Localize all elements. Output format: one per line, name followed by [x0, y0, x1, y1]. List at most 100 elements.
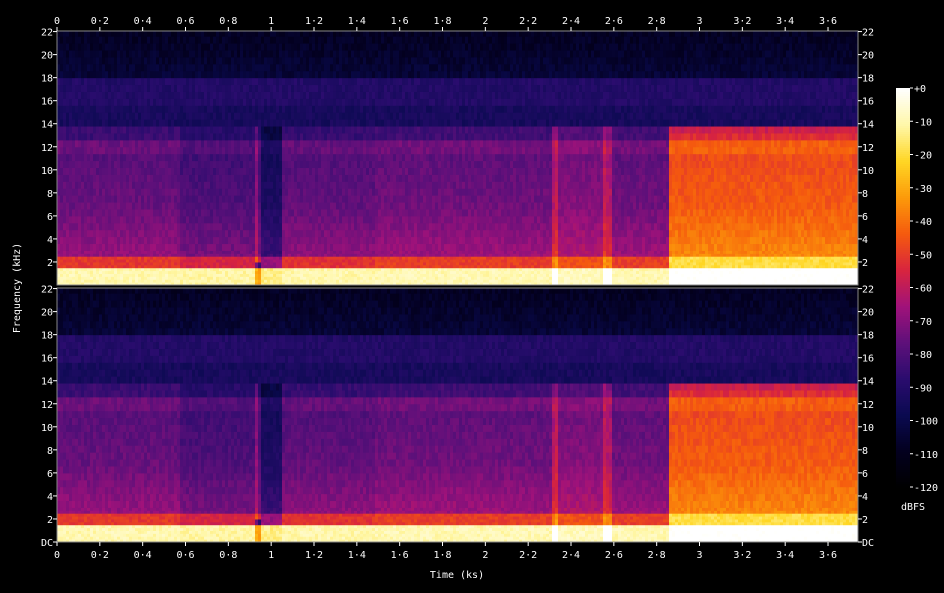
spectrum-cell [354, 174, 358, 181]
spectrum-cell [240, 140, 244, 147]
spectrum-cell [228, 256, 232, 259]
spectrum-cell [126, 98, 130, 105]
spectrum-cell [360, 161, 364, 168]
spectrum-cell [348, 50, 352, 57]
spectrum-cell [108, 279, 112, 282]
spectrum-cell [129, 273, 133, 276]
spectrum-cell [81, 237, 85, 244]
spectrum-cell [150, 268, 154, 271]
spectrum-cell [387, 126, 391, 133]
spectrum-cell [387, 71, 391, 78]
spectrum-cell [123, 168, 127, 175]
spectrum-cell [354, 168, 358, 175]
spectrum-cell [207, 119, 211, 126]
spectrum-cell [243, 31, 247, 37]
spectrum-cell [192, 237, 196, 244]
spectrum-cell [168, 126, 172, 133]
spectrum-cell [153, 57, 157, 64]
spectrum-cell [303, 112, 307, 119]
spectrum-cell [264, 265, 268, 268]
spectrum-cell [372, 105, 376, 112]
spectrum-cell [189, 147, 193, 154]
spectrum-cell [336, 133, 340, 140]
spectrum-cell [159, 147, 163, 154]
spectrum-cell [171, 259, 175, 262]
spectrum-cell [372, 43, 376, 50]
spectrum-cell [150, 271, 154, 274]
spectrum-cell [141, 174, 145, 181]
spectrum-cell [111, 202, 115, 209]
spectrum-cell [309, 140, 313, 147]
spectrum-cell [216, 112, 220, 119]
spectrum-cell [237, 216, 241, 223]
spectrum-cell [90, 244, 94, 251]
spectrum-cell [108, 223, 112, 230]
spectrum-cell [117, 168, 121, 175]
spectrum-cell [243, 140, 247, 147]
spectrum-cell [288, 85, 292, 92]
spectrum-cell [384, 223, 388, 230]
spectrum-cell [135, 119, 139, 126]
spectrum-cell [99, 237, 103, 244]
spectrum-cell [72, 230, 76, 237]
spectrum-cell [201, 279, 205, 282]
spectrum-cell [210, 262, 214, 265]
spectrum-cell [60, 265, 64, 268]
spectrum-cell [348, 154, 352, 161]
spectrum-cell [150, 50, 154, 57]
spectrum-cell [168, 43, 172, 50]
spectrum-cell [339, 105, 343, 112]
spectrum-cell [315, 216, 319, 223]
spectrum-cell [120, 188, 124, 195]
spectrum-cell [330, 133, 334, 140]
spectrum-column [177, 31, 181, 286]
spectrum-cell [243, 262, 247, 265]
spectrum-cell [174, 168, 178, 175]
spectrum-cell [264, 244, 268, 251]
spectrum-cell [327, 279, 331, 282]
spectrum-cell [243, 119, 247, 126]
spectrum-cell [189, 250, 193, 253]
spectrum-cell [165, 250, 169, 253]
spectrum-cell [360, 237, 364, 244]
spectrum-cell [117, 276, 121, 279]
spectrum-cell [141, 85, 145, 92]
spectrum-cell [159, 262, 163, 265]
spectrum-cell [240, 147, 244, 154]
spectrum-cell [57, 244, 61, 251]
spectrum-cell [366, 147, 370, 154]
spectrum-cell [387, 279, 391, 282]
spectrum-cell [126, 195, 130, 202]
spectrum-cell [309, 112, 313, 119]
spectrum-cell [369, 50, 373, 57]
spectrum-cell [144, 256, 148, 259]
spectrum-cell [342, 85, 346, 92]
spectrum-cell [216, 188, 220, 195]
spectrum-cell [186, 133, 190, 140]
spectrum-cell [375, 71, 379, 78]
spectrum-cell [168, 256, 172, 259]
spectrum-cell [171, 202, 175, 209]
spectrum-cell [249, 112, 253, 119]
spectrum-column [369, 31, 373, 286]
spectrum-cell [231, 259, 235, 262]
spectrum-cell [189, 223, 193, 230]
spectrum-cell [330, 31, 334, 37]
spectrum-cell [222, 168, 226, 175]
spectrum-cell [99, 223, 103, 230]
spectrum-cell [147, 119, 151, 126]
spectrum-cell [309, 119, 313, 126]
spectrum-column [339, 31, 343, 286]
spectrum-cell [135, 253, 139, 256]
spectrum-cell [138, 223, 142, 230]
spectrum-cell [348, 78, 352, 85]
spectrum-cell [207, 133, 211, 140]
spectrum-cell [174, 112, 178, 119]
spectrum-cell [303, 133, 307, 140]
spectrum-cell [75, 31, 79, 37]
spectrum-cell [369, 276, 373, 279]
spectrum-cell [273, 279, 277, 282]
spectrum-cell [324, 209, 328, 216]
spectrum-cell [195, 71, 199, 78]
spectrum-cell [213, 78, 217, 85]
